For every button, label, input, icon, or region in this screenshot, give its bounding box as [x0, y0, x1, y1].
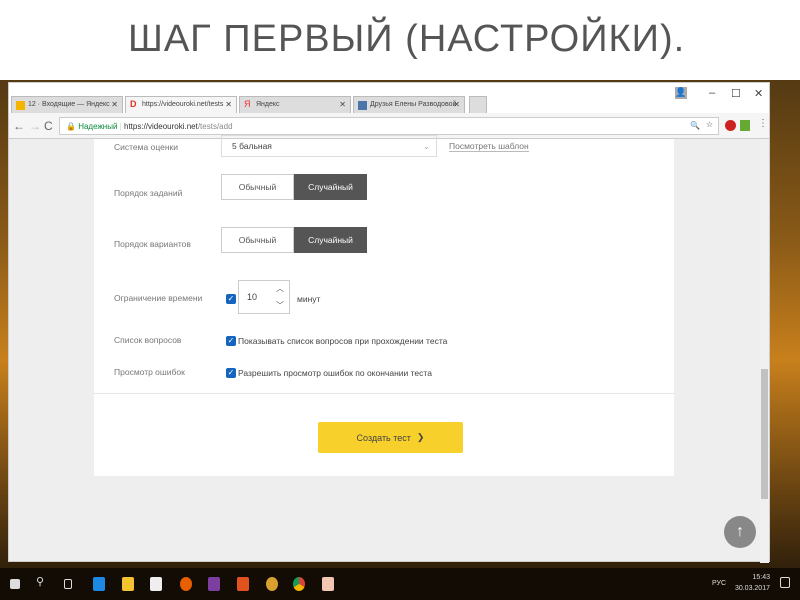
notifications-icon[interactable] — [780, 577, 790, 588]
zoom-icon[interactable]: 🔍 — [690, 121, 700, 130]
variant-order-normal-button[interactable]: Обычный — [221, 227, 294, 253]
close-icon[interactable]: ✕ — [339, 100, 346, 109]
tab-label: Друзья Елены Разводовой — [370, 101, 457, 108]
task-order-random-button[interactable]: Случайный — [294, 174, 367, 200]
maximize-button[interactable]: ☐ — [731, 87, 741, 100]
yandex-icon: Я — [244, 99, 251, 109]
slide-header: ШАГ ПЕРВЫЙ (НАСТРОЙКИ). — [0, 0, 800, 80]
powerpoint-file-icon[interactable] — [322, 577, 334, 591]
test-settings-form: Система оценки 5 бальная ⌄ Посмотреть шаб… — [94, 135, 674, 476]
questions-list-option: Показывать список вопросов при прохожден… — [238, 336, 448, 346]
questions-list-label: Список вопросов — [114, 335, 182, 345]
url-input[interactable]: 🔒 Надежный | https://videouroki.net/test… — [59, 117, 719, 135]
task-view-icon[interactable] — [64, 579, 72, 589]
browser-window: 12 · Входящие — Яндекс ✕ Dhttps://videour… — [8, 82, 770, 563]
task-order-toggle: Обычный Случайный — [221, 174, 367, 200]
star-icon[interactable]: ☆ — [706, 120, 713, 129]
variant-order-toggle: Обычный Случайный — [221, 227, 367, 253]
grading-select[interactable]: 5 бальная ⌄ — [221, 135, 437, 157]
task-order-normal-button[interactable]: Обычный — [221, 174, 294, 200]
errors-checkbox[interactable]: ✓ — [226, 368, 236, 378]
tab-mail[interactable]: 12 · Входящие — Яндекс ✕ — [11, 96, 123, 113]
minutes-label: минут — [297, 294, 321, 304]
errors-option: Разрешить просмотр ошибок по окончании т… — [238, 368, 432, 378]
chevron-down-icon: ⌄ — [422, 141, 430, 151]
close-icon[interactable]: ✕ — [225, 100, 232, 109]
menu-icon[interactable]: ⋮ — [758, 118, 768, 129]
variant-order-label: Порядок вариантов — [114, 239, 191, 249]
divider — [94, 393, 674, 394]
taskbar: ⚲ РУС 15:43 30.03.2017 — [0, 568, 800, 600]
chevron-down-icon[interactable]: ﹀ — [276, 300, 284, 311]
variant-order-random-button[interactable]: Случайный — [294, 227, 367, 253]
clock[interactable]: 15:43 30.03.2017 — [735, 572, 770, 594]
slide-title: ШАГ ПЕРВЫЙ (НАСТРОЙКИ). — [128, 18, 686, 60]
chrome-icon[interactable] — [293, 577, 305, 591]
windows-start-icon[interactable] — [10, 579, 20, 589]
tab-videouroki[interactable]: Dhttps://videouroki.net/tests ✕ — [125, 96, 237, 113]
close-window-button[interactable]: ✕ — [754, 87, 763, 100]
vk-icon — [358, 101, 367, 110]
tab-label: 12 · Входящие — Яндекс — [28, 101, 110, 108]
time-limit-stepper[interactable]: 10 ︿ ﹀ — [238, 280, 290, 314]
explorer-icon[interactable] — [122, 577, 134, 591]
forward-icon[interactable]: → — [29, 119, 41, 133]
videouroki-icon: D — [130, 99, 137, 109]
close-icon[interactable]: ✕ — [453, 100, 460, 109]
onenote-icon[interactable] — [208, 577, 220, 591]
firefox-icon[interactable] — [180, 577, 192, 591]
extension-icon[interactable] — [725, 120, 736, 131]
task-order-label: Порядок заданий — [114, 188, 183, 198]
view-template-link[interactable]: Посмотреть шаблон — [449, 141, 529, 152]
time-limit-value: 10 — [247, 292, 258, 302]
app-icon[interactable] — [266, 577, 278, 591]
store-icon[interactable] — [150, 577, 162, 591]
tab-vk[interactable]: Друзья Елены Разводовой ✕ — [353, 96, 465, 113]
scrollbar[interactable] — [760, 139, 769, 563]
profile-icon[interactable]: 👤 — [675, 87, 687, 99]
minimize-button[interactable]: – — [709, 87, 715, 99]
errors-label: Просмотр ошибок — [114, 367, 185, 377]
extension-icon[interactable] — [740, 120, 750, 131]
edge-icon[interactable] — [93, 577, 105, 591]
scroll-top-button[interactable]: ↑ — [724, 516, 756, 548]
lock-icon: 🔒 — [66, 122, 76, 131]
powerpoint-icon[interactable] — [237, 577, 249, 591]
close-icon[interactable]: ✕ — [111, 100, 118, 109]
search-icon[interactable]: ⚲ — [36, 575, 48, 589]
language-indicator[interactable]: РУС — [712, 580, 726, 587]
tab-yandex[interactable]: Я Яндекс ✕ — [239, 96, 351, 113]
chevron-up-icon[interactable]: ︿ — [276, 283, 284, 294]
url-path: /tests/add — [197, 122, 233, 131]
create-test-button[interactable]: Создать тест ❯ — [318, 422, 463, 453]
create-test-label: Создать тест — [356, 432, 411, 443]
date: 30.03.2017 — [734, 585, 770, 592]
tab-label: https://videouroki.net/tests — [142, 101, 224, 108]
secure-label: Надежный — [78, 122, 118, 131]
reload-icon[interactable]: C — [44, 119, 53, 133]
tab-label: Яндекс — [256, 101, 280, 108]
new-tab-button[interactable] — [469, 96, 487, 113]
url-host: https://videouroki.net — [124, 122, 198, 131]
time-limit-checkbox[interactable]: ✓ — [226, 294, 236, 304]
scrollbar-thumb[interactable] — [761, 369, 768, 499]
questions-list-checkbox[interactable]: ✓ — [226, 336, 236, 346]
chevron-right-icon: ❯ — [416, 432, 425, 442]
tab-bar: 12 · Входящие — Яндекс ✕ Dhttps://videour… — [9, 83, 769, 113]
grading-label: Система оценки — [114, 142, 178, 152]
time-limit-label: Ограничение времени — [114, 293, 203, 303]
grading-value: 5 бальная — [232, 141, 272, 151]
yandex-mail-icon — [16, 101, 25, 110]
time: 15:43 — [752, 574, 770, 581]
back-icon[interactable]: ← — [13, 119, 25, 133]
arrow-up-icon: ↑ — [736, 523, 744, 540]
